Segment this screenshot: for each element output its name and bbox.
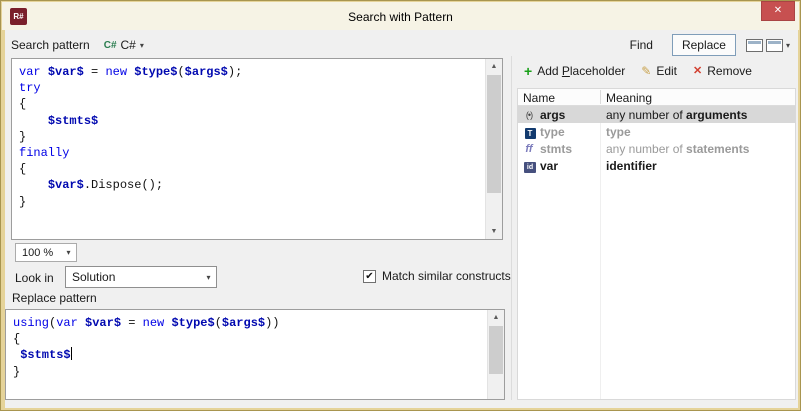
table-row-type[interactable]: T type type [518,123,795,140]
placeholder-name: type [540,125,565,139]
scroll-up-icon[interactable]: ▲ [488,310,504,325]
meaning-cell: any number of arguments [600,108,795,122]
arguments-placeholder-icon: (•) [521,110,537,120]
placeholders-table: Name Meaning (•) args any number of argu… [517,88,796,400]
add-placeholder-button[interactable]: + Add Placeholder [517,62,632,80]
statements-placeholder-icon: ff [521,143,537,155]
replace-pattern-label: Replace pattern [12,291,97,305]
name-cell: (•) args [518,108,600,122]
chevron-down-icon: ▾ [61,248,76,257]
meaning-cell: type [600,125,795,139]
search-editor-scrollbar[interactable]: ▲ ▼ [485,59,502,239]
search-with-pattern-dialog: R# Search with Pattern ✕ Search pattern … [0,0,801,411]
plus-icon: + [524,65,532,77]
name-cell: ff stmts [518,142,600,156]
placeholder-name: args [540,108,565,122]
panel-splitter[interactable] [511,56,512,400]
results-window-buttons: ▾ [746,39,790,52]
meaning-text: any number of [606,108,686,122]
results-window-options-icon[interactable] [766,39,783,52]
column-header-name[interactable]: Name [523,91,555,105]
meaning-emphasis: identifier [606,159,657,173]
remove-x-icon: ✕ [693,65,702,77]
chevron-down-icon: ▾ [140,41,144,50]
icon-wrap: T [521,125,537,139]
meaning-emphasis: arguments [686,108,747,122]
language-picker[interactable]: C# C# ▾ [100,36,148,54]
name-cell: id var [518,158,600,173]
add-placeholder-label: Add Placeholder [537,64,625,78]
meaning-text: any number of [606,142,686,156]
look-in-label: Look in [15,271,54,285]
table-row-var[interactable]: id var identifier [518,157,795,174]
dialog-content: Search pattern C# C# ▾ Find Replace ▾ va… [5,30,798,408]
pencil-icon: ✎ [641,65,651,77]
edit-label: Edit [656,64,677,78]
pattern-toolbar: Search pattern C# C# ▾ Find Replace ▾ [5,33,796,57]
type-placeholder-icon: T [525,128,536,139]
title-bar[interactable]: R# Search with Pattern [2,2,799,30]
name-cell: T type [518,125,600,139]
replace-editor-scrollbar[interactable]: ▲ [487,310,504,399]
replace-tab[interactable]: Replace [672,34,736,56]
chevron-down-icon[interactable]: ▾ [786,41,790,50]
match-similar-checkbox[interactable]: ✔ [363,270,376,283]
icon-wrap: id [521,158,537,173]
meaning-cell: identifier [600,159,795,173]
search-pattern-label: Search pattern [11,38,90,52]
scrollbar-thumb[interactable] [487,75,501,193]
find-tab[interactable]: Find [621,35,662,55]
placeholder-name: stmts [540,142,572,156]
csharp-icon: C# [104,40,117,51]
match-similar-label: Match similar constructs [382,269,511,283]
results-window-icon[interactable] [746,39,763,52]
table-row-args[interactable]: (•) args any number of arguments [518,106,795,123]
window-title: Search with Pattern [2,10,799,24]
scroll-down-icon[interactable]: ▼ [486,224,502,239]
table-row-stmts[interactable]: ff stmts any number of statements [518,140,795,157]
search-pattern-code: var $var$ = new $type$($args$);try{ $stm… [19,64,482,237]
language-label: C# [121,38,136,52]
meaning-emphasis: statements [686,142,749,156]
match-similar-constructs-option[interactable]: ✔ Match similar constructs [363,269,511,283]
scrollbar-thumb[interactable] [489,326,503,374]
replace-pattern-editor[interactable]: using(var $var$ = new $type$($args$)){ $… [5,309,505,400]
placeholders-toolbar: + Add Placeholder ✎ Edit ✕ Remove [517,60,798,82]
identifier-placeholder-icon: id [524,162,536,173]
scroll-up-icon[interactable]: ▲ [486,59,502,74]
meaning-cell: any number of statements [600,142,795,156]
close-button[interactable]: ✕ [761,1,795,21]
remove-label: Remove [707,64,752,78]
replace-pattern-code: using(var $var$ = new $type$($args$)){ $… [13,315,484,397]
label-accelerator: P [562,64,570,78]
look-in-select[interactable]: Solution ▾ [65,266,217,288]
edit-placeholder-button[interactable]: ✎ Edit [634,62,684,80]
label-part: laceholder [570,64,625,78]
zoom-value: 100 % [16,247,61,259]
chevron-down-icon: ▾ [201,273,216,282]
look-in-value: Solution [66,270,201,284]
label-part: Add [537,64,562,78]
search-pattern-editor[interactable]: var $var$ = new $type$($args$);try{ $stm… [11,58,503,240]
zoom-select[interactable]: 100 % ▾ [15,243,77,262]
column-header-meaning[interactable]: Meaning [606,91,652,105]
placeholder-name: var [540,159,558,173]
meaning-emphasis: type [606,125,631,139]
remove-placeholder-button[interactable]: ✕ Remove [686,62,759,80]
table-header: Name Meaning [518,89,795,106]
